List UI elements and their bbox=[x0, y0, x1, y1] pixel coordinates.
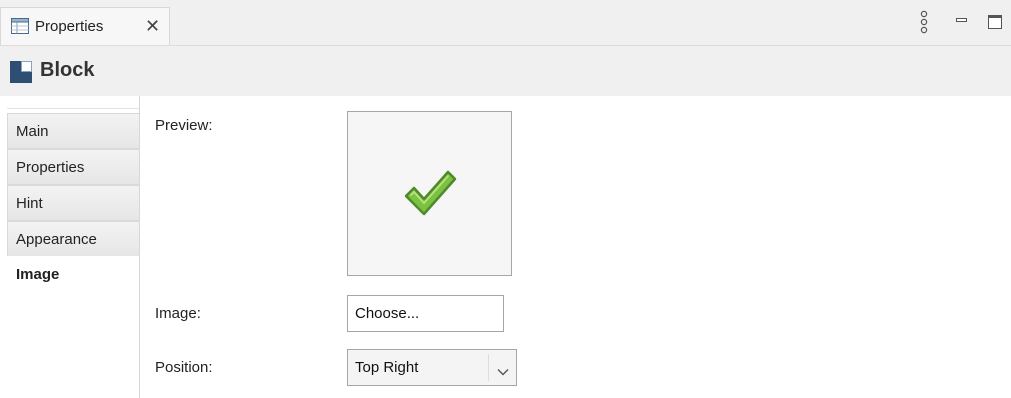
image-label: Image: bbox=[155, 305, 201, 322]
tab-main[interactable]: Main bbox=[7, 113, 139, 149]
view-menu-icon[interactable] bbox=[919, 10, 929, 36]
properties-view-tab[interactable]: Properties ✕ bbox=[0, 7, 170, 45]
position-label: Position: bbox=[155, 359, 213, 376]
choose-button-label: Choose... bbox=[355, 305, 420, 322]
preview-label: Preview: bbox=[155, 117, 213, 134]
tab-image[interactable]: Image bbox=[7, 256, 139, 292]
position-select-value: Top Right bbox=[355, 359, 419, 376]
block-icon bbox=[10, 61, 32, 83]
choose-image-button[interactable]: Choose... bbox=[347, 295, 504, 332]
maximize-icon[interactable] bbox=[988, 15, 1002, 29]
select-divider bbox=[488, 354, 489, 381]
image-preview bbox=[347, 111, 512, 276]
minimize-icon[interactable] bbox=[956, 15, 967, 29]
checkmark-icon bbox=[404, 170, 457, 216]
tab-image-label: Image bbox=[16, 266, 60, 283]
tab-label: Properties bbox=[35, 18, 104, 35]
page-title: Block bbox=[40, 59, 95, 81]
tab-appearance-label: Appearance bbox=[16, 231, 97, 248]
tab-properties[interactable]: Properties bbox=[7, 149, 139, 185]
tab-hint-label: Hint bbox=[16, 195, 43, 212]
tab-properties-label: Properties bbox=[16, 159, 85, 176]
view-tab-bar: Properties ✕ bbox=[0, 0, 1011, 46]
tab-appearance[interactable]: Appearance bbox=[7, 221, 139, 257]
properties-title-bar: Block bbox=[0, 46, 1011, 96]
position-select[interactable]: Top Right bbox=[347, 349, 517, 386]
close-icon[interactable]: ✕ bbox=[145, 16, 160, 36]
tab-hint[interactable]: Hint bbox=[7, 185, 139, 221]
tab-main-label: Main bbox=[16, 123, 49, 140]
side-tab-list: Main Properties Hint Appearance Image bbox=[7, 96, 140, 398]
chevron-down-icon[interactable] bbox=[497, 363, 509, 376]
properties-table-icon bbox=[11, 18, 29, 34]
